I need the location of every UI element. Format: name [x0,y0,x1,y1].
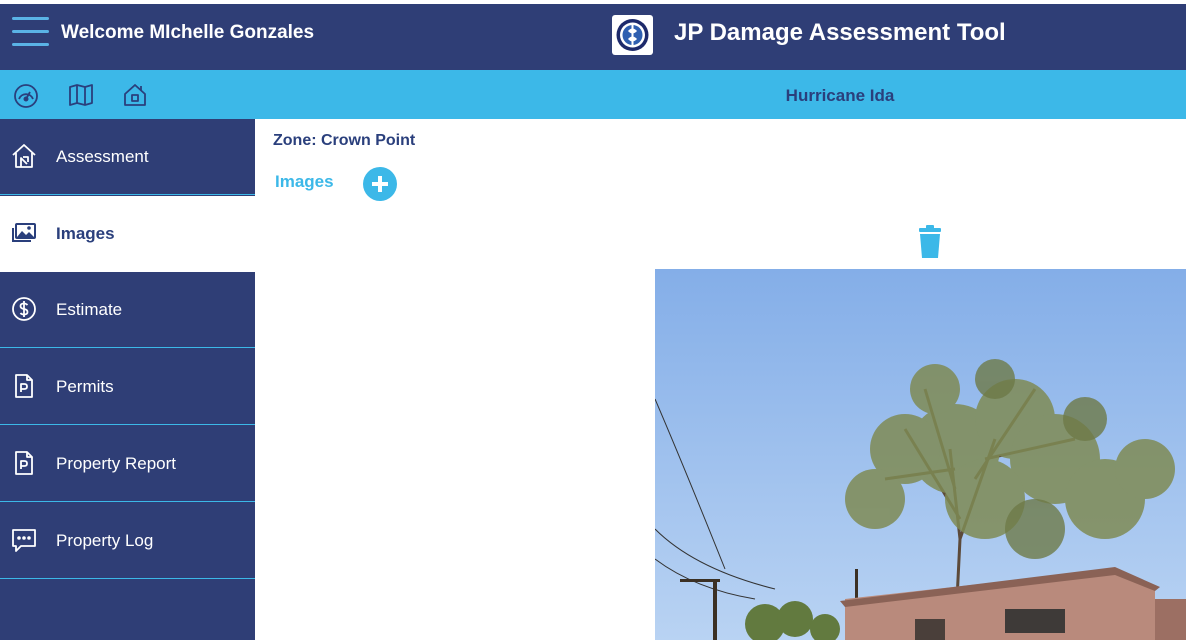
sidebar-item-label: Images [56,224,115,243]
sidebar-item-estimate[interactable]: Estimate [0,272,255,348]
sidebar-item-images[interactable]: Images [0,196,255,272]
home-icon[interactable] [121,82,149,108]
app-root: Welcome MIchelle Gonzales JP Damage Asse… [0,0,1186,640]
trash-icon[interactable] [916,225,944,259]
sidebar-item-label: Assessment [56,147,149,166]
map-icon[interactable] [67,82,95,108]
top-header: Welcome MIchelle Gonzales JP Damage Asse… [0,0,1186,70]
hamburger-menu-icon[interactable] [12,14,49,50]
sidebar-item-label: Permits [56,377,114,396]
property-photo[interactable] [655,269,1186,640]
house-icon [11,143,37,169]
permit-document-icon [11,373,37,399]
top-strip [0,0,1186,4]
sidebar-item-permits[interactable]: Permits [0,349,255,425]
sidebar-item-label: Property Report [56,454,176,473]
add-image-button[interactable] [363,167,397,201]
sidebar-item-property-report[interactable]: Property Report [0,426,255,502]
sidebar-item-label: Estimate [56,300,123,319]
jefferson-parish-seal-logo [612,15,653,55]
app-title: JP Damage Assessment Tool [674,19,1006,46]
event-title: Hurricane Ida [785,86,895,105]
image-gallery-icon [11,220,37,246]
sidebar-item-assessment[interactable]: Assessment [0,119,255,195]
sub-header: Hurricane Ida [0,70,1186,119]
plus-circle-icon [372,176,388,192]
sidebar-item-label: Property Log [56,531,154,550]
chat-log-icon [11,527,37,553]
report-document-icon [11,450,37,476]
welcome-text: Welcome MIchelle Gonzales [61,22,315,43]
dashboard-gauge-icon[interactable] [12,82,40,108]
images-heading: Images [275,172,334,191]
dollar-circle-icon [11,296,37,322]
zone-label: Zone: Crown Point [273,132,416,149]
sidebar-item-property-log[interactable]: Property Log [0,503,255,579]
sidebar: Assessment Images Estimate Permits Prope… [0,119,255,640]
